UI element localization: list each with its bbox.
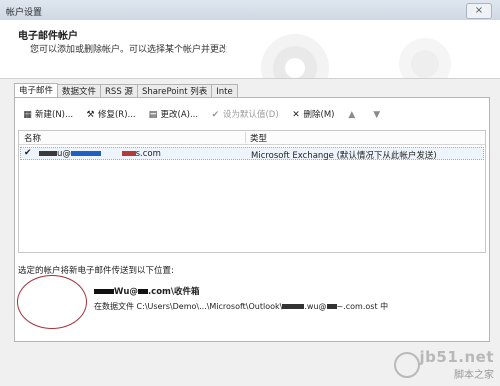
annotation-oval: [17, 275, 87, 329]
delete-icon: ✕: [292, 110, 300, 120]
set-default-label: 设为默认值(D): [222, 110, 279, 120]
column-header-type[interactable]: 类型: [250, 132, 267, 144]
default-icon: ✔: [211, 110, 220, 120]
set-default-button[interactable]: ✔ 设为默认值(D): [210, 107, 279, 123]
inbox-prefix: Wu@: [114, 287, 138, 297]
move-down-button[interactable]: ▼: [371, 107, 384, 123]
column-divider[interactable]: [245, 132, 246, 143]
redacted-text: [70, 151, 101, 156]
redacted-text: [326, 304, 337, 309]
delivery-inbox: Wu@ .com\收件箱: [94, 285, 200, 297]
remove-button[interactable]: ✕ 删除(M): [291, 107, 335, 123]
edit-icon: ▤: [148, 110, 158, 120]
watermark-domain: jb51.net: [419, 348, 494, 366]
datafile-tail: ~.com.ost 中: [336, 302, 389, 311]
delivery-datafile: 在数据文件 C:\Users\Demo\...\Microsoft\Outloo…: [94, 301, 388, 312]
watermark-site-name: 脚本之家: [454, 370, 494, 381]
redacted-text: [39, 151, 57, 156]
window-title: 帐户设置: [6, 8, 43, 18]
watermark-logo-icon: [393, 352, 420, 378]
title-bar: 帐户设置 ×: [0, 0, 500, 21]
list-header: 名称 类型: [19, 131, 485, 145]
redacted-text: [94, 289, 114, 294]
datafile-prefix: 在数据文件 C:\Users\Demo\...\Microsoft\Outloo…: [94, 302, 283, 311]
repair-label: 修复(R)...: [97, 110, 136, 120]
tab-strip: 电子邮件 数据文件 RSS 源 SharePoint 列表 Inte: [14, 83, 238, 99]
arrow-down-icon: ▼: [373, 110, 381, 120]
move-up-button[interactable]: ▲: [346, 107, 359, 123]
delivery-label: 选定的帐户将新电子邮件传送到以下位置:: [18, 266, 174, 276]
accounts-list[interactable]: 名称 类型 ✔ u@ s.com Microsoft Exchange (默认情…: [18, 130, 486, 253]
toolbar: ▦ 新建(N)... ⚒ 修复(R)... ▤ 更改(A)... ✔ 设为默认值(D) …: [22, 107, 393, 123]
redacted-text: [137, 289, 148, 294]
account-name-prefix: u@: [57, 149, 71, 159]
account-row[interactable]: ✔ u@ s.com Microsoft Exchange (默认情况下从此帐户…: [20, 147, 484, 161]
arrow-up-icon: ▲: [348, 110, 356, 120]
datafile-mid: .wu@: [304, 302, 327, 311]
redacted-text: [121, 151, 136, 156]
inbox-tail: .com\收件箱: [147, 287, 200, 297]
new-label: 新建(N)...: [35, 110, 74, 120]
remove-label: 删除(M): [303, 110, 335, 120]
default-account-check-icon: ✔: [24, 148, 32, 158]
header-description: 您可以添加或删除帐户。可以选择某个帐户并更改: [30, 45, 229, 55]
new-button[interactable]: ▦ 新建(N)...: [22, 107, 73, 123]
new-icon: ▦: [23, 110, 32, 120]
redacted-text: [282, 304, 305, 309]
column-header-name[interactable]: 名称: [24, 132, 41, 144]
close-icon[interactable]: ×: [475, 5, 483, 16]
wrench-icon: ⚒: [86, 110, 95, 120]
watermark: jb51.net 脚本之家: [393, 348, 494, 381]
change-button[interactable]: ▤ 更改(A)...: [148, 107, 199, 123]
close-button[interactable]: ×: [466, 3, 492, 19]
change-label: 更改(A)...: [160, 110, 199, 120]
account-name: u@ s.com: [39, 149, 161, 159]
account-type: Microsoft Exchange (默认情况下从此帐户发送): [251, 151, 437, 161]
account-name-suffix: s.com: [135, 149, 161, 159]
repair-button[interactable]: ⚒ 修复(R)...: [85, 107, 136, 123]
header-title: 电子邮件帐户: [18, 31, 78, 42]
